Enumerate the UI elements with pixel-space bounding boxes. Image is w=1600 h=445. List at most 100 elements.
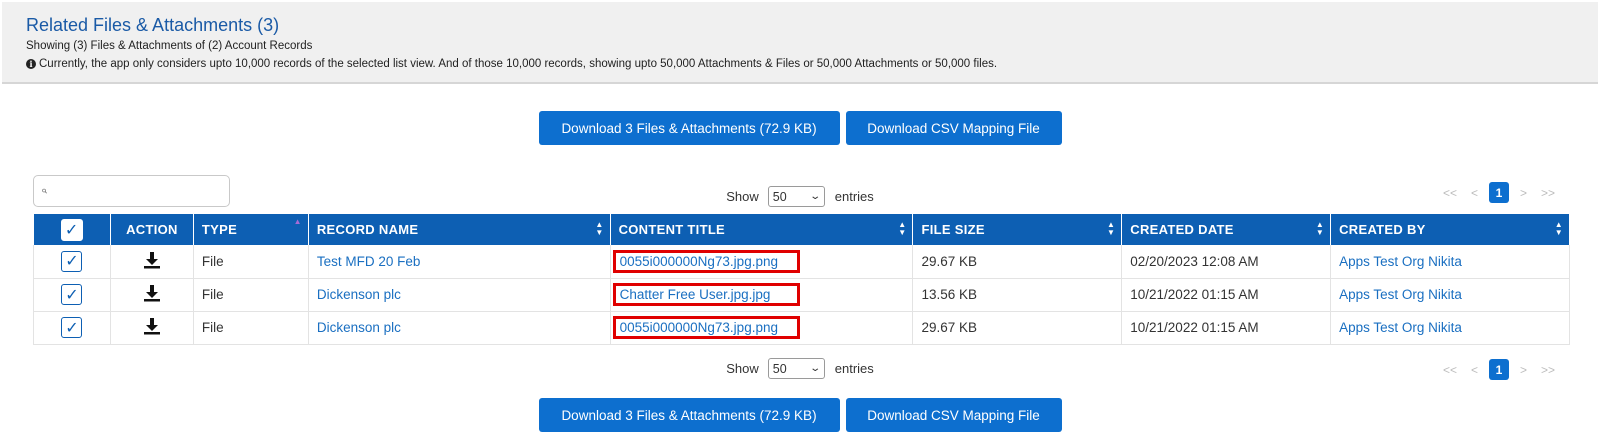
column-header-content-title-label: CONTENT TITLE (618, 222, 726, 237)
row-content-title-cell: Chatter Free User.jpg.jpg (610, 278, 914, 311)
entries-selector-bottom: Show 50 ⌄ entries (0, 358, 1600, 379)
row-file-size: 29.67 KB (912, 311, 1123, 344)
download-all-button[interactable]: Download 3 Files & Attachments (72.9 KB) (538, 111, 840, 145)
page-title: Related Files & Attachments (3) (26, 15, 280, 35)
row-created-by-cell: Apps Test Org Nikita (1330, 278, 1570, 311)
row-type: File (193, 311, 309, 344)
download-icon[interactable] (143, 284, 161, 302)
chevron-down-icon: ⌄ (809, 363, 822, 374)
column-header-created-date-label: CREATED DATE (1130, 222, 1234, 237)
record-name-link[interactable]: Dickenson plc (317, 320, 401, 335)
content-title-link[interactable]: Chatter Free User.jpg.jpg (612, 283, 800, 306)
sort-icon: ▲ ▼ (1554, 220, 1563, 237)
column-header-type[interactable]: TYPE ▲ (193, 214, 309, 245)
select-all-checkbox[interactable]: ✓ (60, 218, 83, 241)
row-created-date: 10/21/2022 01:15 AM (1121, 278, 1332, 311)
row-select-cell: ✓ (33, 278, 111, 311)
row-record-name-cell: Test MFD 20 Feb (308, 245, 611, 278)
row-action-cell (110, 245, 194, 278)
select-all-header: ✓ (33, 214, 111, 245)
current-page-button[interactable]: 1 (1488, 359, 1509, 380)
row-file-size: 29.67 KB (912, 245, 1123, 278)
sort-icon: ▲ ▼ (898, 220, 907, 237)
sort-icon: ▲ ▼ (1315, 220, 1325, 237)
row-created-by-cell: Apps Test Org Nikita (1330, 245, 1570, 278)
download-all-button[interactable]: Download 3 Files & Attachments (72.9 KB) (538, 398, 840, 432)
row-select-cell: ✓ (33, 245, 111, 278)
pagination-bottom: << < 1 > >> (1436, 359, 1562, 380)
column-header-created-by-label: CREATED BY (1339, 222, 1426, 237)
row-type: File (193, 278, 309, 311)
created-by-link[interactable]: Apps Test Org Nikita (1339, 287, 1462, 302)
table-row: ✓ File Dickenson plc 0055i000000Ng73.jpg… (33, 311, 1570, 344)
bottom-button-row: Download 3 Files & Attachments (72.9 KB)… (0, 398, 1600, 432)
download-csv-button[interactable]: Download CSV Mapping File (845, 111, 1062, 145)
table-row: ✓ File Dickenson plc Chatter Free User.j… (33, 278, 1570, 311)
last-page-button[interactable]: >> (1534, 186, 1562, 200)
prev-page-button[interactable]: < (1464, 186, 1485, 200)
row-created-by-cell: Apps Test Org Nikita (1330, 311, 1570, 344)
column-header-action: ACTION (110, 214, 194, 245)
files-table: ✓ ACTION TYPE ▲ RECORD NAME ▲ ▼ CONTENT TIT… (33, 214, 1570, 345)
page-header: Related Files & Attachments (3) Showing … (2, 2, 1598, 84)
entries-suffix: entries (834, 189, 874, 204)
row-created-date: 02/20/2023 12:08 AM (1121, 245, 1332, 278)
table-row: ✓ File Test MFD 20 Feb 0055i000000Ng73.j… (33, 245, 1570, 278)
row-record-name-cell: Dickenson plc (308, 278, 611, 311)
column-header-file-size-label: FILE SIZE (921, 222, 985, 237)
prev-page-button[interactable]: < (1464, 363, 1485, 377)
entries-suffix: entries (834, 361, 874, 376)
next-page-button[interactable]: > (1513, 363, 1534, 377)
show-label: Show (726, 189, 759, 204)
entries-selector-top: Show 50 ⌄ entries (0, 186, 1600, 207)
sort-icon: ▲ ▼ (1107, 220, 1116, 237)
chevron-down-icon: ⌄ (809, 191, 822, 202)
content-title-link[interactable]: 0055i000000Ng73.jpg.png (612, 316, 800, 339)
current-page-button[interactable]: 1 (1488, 182, 1509, 203)
first-page-button[interactable]: << (1436, 363, 1464, 377)
content-title-link[interactable]: 0055i000000Ng73.jpg.png (612, 249, 800, 273)
column-header-created-by[interactable]: CREATED BY ▲ ▼ (1330, 214, 1570, 245)
download-icon[interactable] (143, 317, 161, 335)
entries-select[interactable]: 50 ⌄ (767, 186, 825, 207)
sort-asc-icon: ▲ (293, 217, 302, 226)
row-record-name-cell: Dickenson plc (308, 311, 611, 344)
column-header-created-date[interactable]: CREATED DATE ▲ ▼ (1121, 214, 1332, 245)
first-page-button[interactable]: << (1436, 186, 1464, 200)
download-icon[interactable] (143, 251, 161, 269)
sort-icon: ▲ ▼ (595, 220, 604, 237)
info-note: i Currently, the app only considers upto… (26, 56, 1574, 72)
download-csv-button[interactable]: Download CSV Mapping File (845, 398, 1062, 432)
record-name-link[interactable]: Dickenson plc (317, 287, 401, 302)
page-subtitle: Showing (3) Files & Attachments of (2) A… (26, 40, 313, 52)
row-type: File (193, 245, 309, 278)
row-file-size: 13.56 KB (912, 278, 1123, 311)
entries-select[interactable]: 50 ⌄ (767, 358, 825, 379)
row-content-title-cell: 0055i000000Ng73.jpg.png (610, 245, 914, 278)
row-content-title-cell: 0055i000000Ng73.jpg.png (610, 311, 914, 344)
row-checkbox[interactable]: ✓ (61, 284, 83, 305)
info-note-text: Currently, the app only considers upto 1… (39, 58, 998, 70)
created-by-link[interactable]: Apps Test Org Nikita (1339, 254, 1462, 269)
row-created-date: 10/21/2022 01:15 AM (1121, 311, 1332, 344)
row-checkbox[interactable]: ✓ (61, 317, 83, 338)
row-action-cell (110, 278, 194, 311)
pagination-top: << < 1 > >> (1436, 182, 1562, 203)
next-page-button[interactable]: > (1513, 186, 1534, 200)
top-button-row: Download 3 Files & Attachments (72.9 KB)… (0, 111, 1600, 145)
column-header-content-title[interactable]: CONTENT TITLE ▲ ▼ (610, 214, 914, 245)
column-header-file-size[interactable]: FILE SIZE ▲ ▼ (912, 214, 1123, 245)
last-page-button[interactable]: >> (1534, 363, 1562, 377)
row-select-cell: ✓ (33, 311, 111, 344)
entries-value: 50 (772, 361, 787, 376)
column-header-record-name-label: RECORD NAME (316, 222, 419, 237)
show-label: Show (726, 361, 759, 376)
created-by-link[interactable]: Apps Test Org Nikita (1339, 320, 1462, 335)
entries-value: 50 (772, 189, 787, 204)
row-checkbox[interactable]: ✓ (61, 250, 83, 272)
record-name-link[interactable]: Test MFD 20 Feb (317, 254, 421, 269)
column-header-record-name[interactable]: RECORD NAME ▲ ▼ (308, 214, 611, 245)
info-icon: i (26, 59, 36, 69)
column-header-type-label: TYPE (201, 222, 238, 237)
table-header-row: ✓ ACTION TYPE ▲ RECORD NAME ▲ ▼ CONTENT TIT… (33, 214, 1570, 245)
